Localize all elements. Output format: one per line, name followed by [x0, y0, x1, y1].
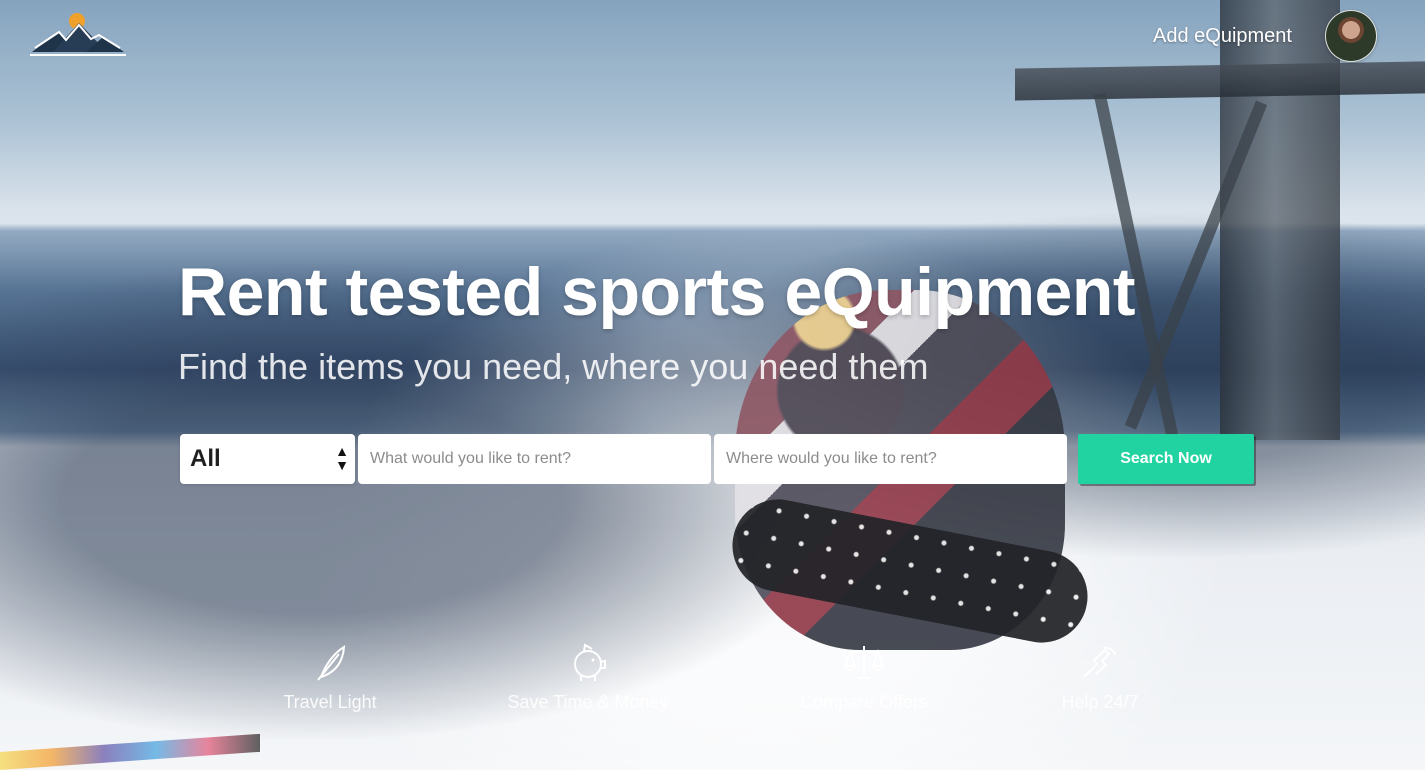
headline-rest: tested sports eQuipment — [327, 254, 1136, 330]
headline-strong: Rent — [178, 254, 328, 330]
feather-icon — [317, 645, 346, 681]
search-now-button[interactable]: Search Now — [1078, 434, 1254, 484]
hero-subheadline: Find the items you need, where you need … — [178, 346, 929, 387]
feature-help-24-7: Help 24/7 — [1010, 640, 1190, 713]
feature-label: Help 24/7 — [1061, 692, 1139, 712]
category-value: All — [190, 445, 221, 472]
hero-headline: Rent tested sports eQuipment — [178, 258, 1136, 326]
what-search-input[interactable] — [358, 434, 711, 484]
feature-label: Travel Light — [283, 692, 377, 712]
search-form: All ▲▼ Search Now — [180, 434, 1254, 484]
feature-save-time-money: Save Time & Money — [498, 640, 678, 713]
mountain-logo-icon[interactable] — [28, 12, 128, 60]
features-row: Travel Light Save Time & Money Compare O… — [240, 640, 1180, 730]
add-equipment-link[interactable]: Add eQuipment — [1153, 25, 1292, 48]
feature-travel-light: Travel Light — [240, 640, 420, 713]
scale-icon — [843, 646, 885, 679]
feature-label: Compare Offers — [800, 692, 928, 712]
piggy-bank-icon — [574, 643, 606, 681]
select-arrows-icon: ▲ ▼ — [335, 443, 349, 473]
user-avatar[interactable] — [1325, 10, 1377, 62]
feature-label: Save Time & Money — [507, 692, 669, 712]
feature-compare-offers: Compare Offers — [774, 640, 954, 713]
help-icon — [1083, 646, 1116, 678]
where-search-input[interactable] — [714, 434, 1067, 484]
top-navigation: Add eQuipment — [0, 0, 1425, 80]
category-select[interactable]: All ▲ ▼ — [180, 434, 355, 484]
